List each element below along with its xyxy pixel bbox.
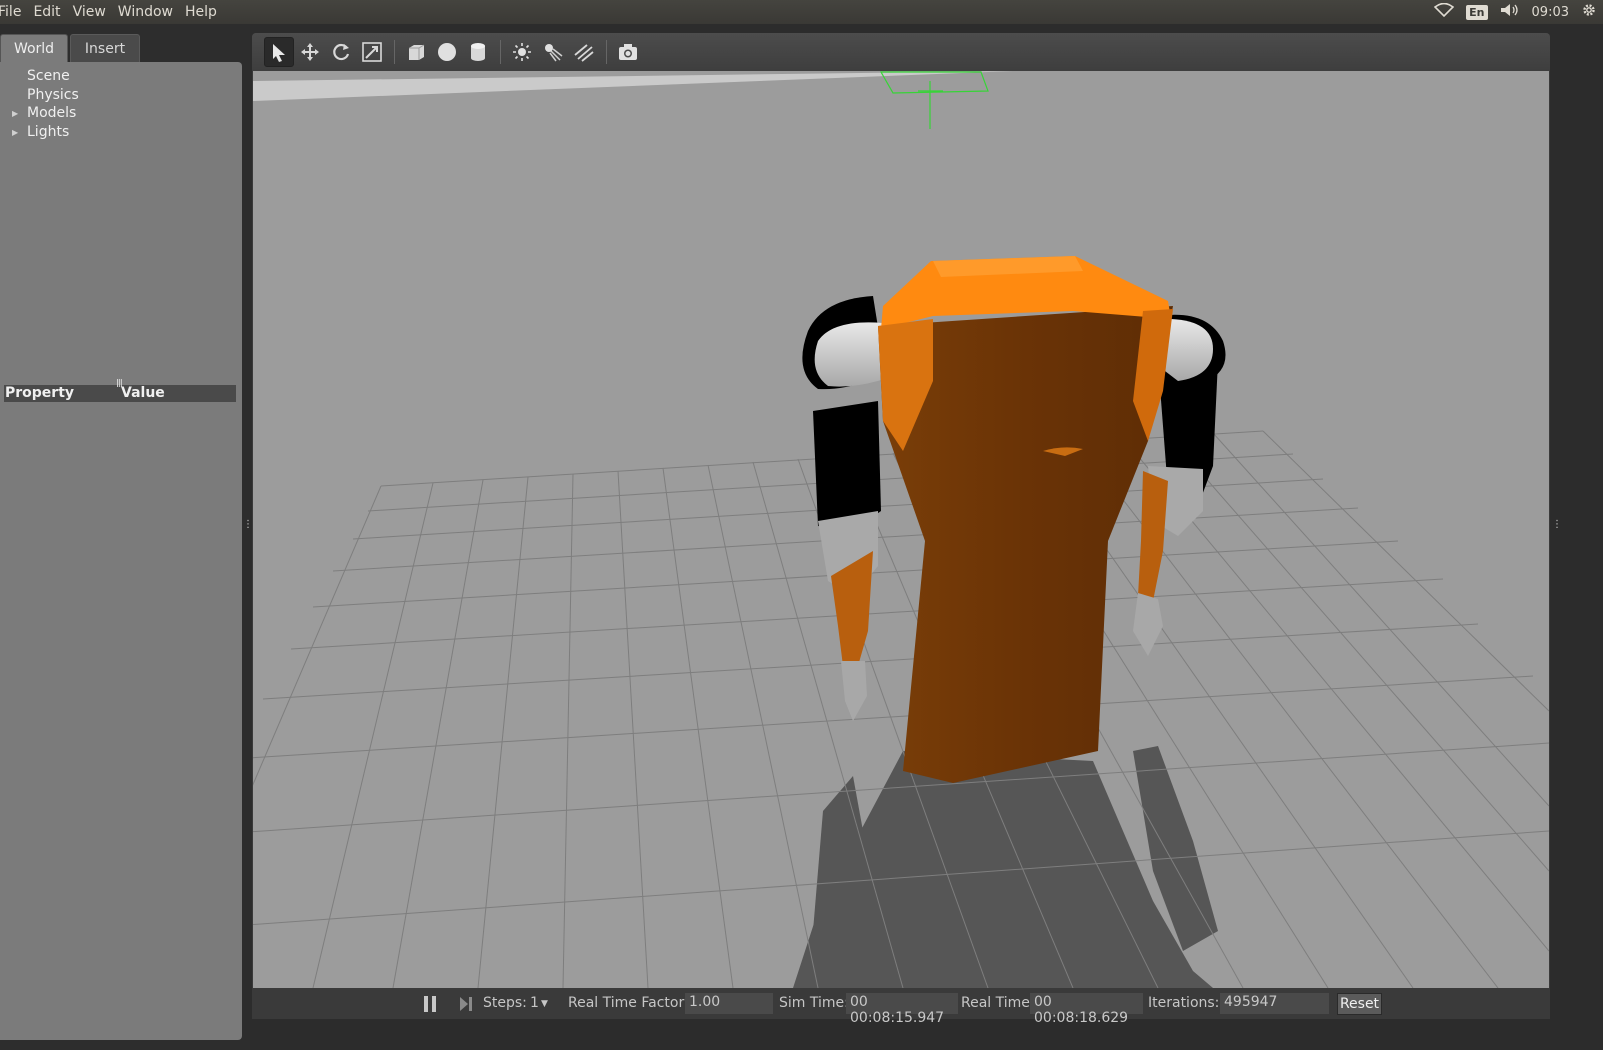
select-arrow-icon[interactable] xyxy=(264,37,294,67)
top-menubar: File Edit View Window Help En 09:03 xyxy=(0,0,1603,24)
value-column-header[interactable]: Value xyxy=(121,385,165,401)
translate-icon[interactable] xyxy=(295,37,325,67)
sim-time-field: 00 00:08:15.947 xyxy=(846,993,958,1026)
tree-item-lights[interactable]: Lights xyxy=(27,124,69,140)
main-view: Steps: 1 ▼ Real Time Factor: 1.00 Sim Ti… xyxy=(252,33,1550,1026)
toolbar-separator xyxy=(500,40,501,64)
steps-value[interactable]: 1 xyxy=(530,995,539,1011)
app-menu: File Edit View Window Help xyxy=(0,0,223,24)
box-shape-icon[interactable] xyxy=(401,37,431,67)
menu-file[interactable]: File xyxy=(0,4,27,20)
scale-icon[interactable] xyxy=(357,37,387,67)
simulation-statusbar: Steps: 1 ▼ Real Time Factor: 1.00 Sim Ti… xyxy=(252,989,1550,1026)
step-forward-icon[interactable] xyxy=(458,996,474,1012)
toolbar-separator xyxy=(394,40,395,64)
clock[interactable]: 09:03 xyxy=(1532,5,1569,20)
spot-light-icon[interactable] xyxy=(538,37,568,67)
menu-edit[interactable]: Edit xyxy=(27,4,66,20)
real-time-label: Real Time: xyxy=(961,995,1035,1011)
expand-arrow-icon[interactable]: ▶ xyxy=(12,128,18,137)
tab-world[interactable]: World xyxy=(0,34,68,62)
keyboard-layout-indicator[interactable]: En xyxy=(1466,4,1488,20)
sphere-shape-icon[interactable] xyxy=(432,37,462,67)
real-time-factor-label: Real Time Factor: xyxy=(568,995,689,1011)
world-tree-panel: Scene Physics ▶ Models ▶ Lights ||| Prop… xyxy=(0,62,242,1040)
real-time-factor-field: 1.00 xyxy=(685,993,773,1014)
toolbar xyxy=(252,33,1550,71)
reset-button[interactable]: Reset xyxy=(1337,993,1382,1015)
property-column-header[interactable]: Property xyxy=(5,385,74,401)
steps-label: Steps: xyxy=(483,995,527,1011)
gear-icon[interactable] xyxy=(1581,2,1597,22)
iterations-field: 495947 xyxy=(1220,993,1329,1014)
wifi-icon[interactable] xyxy=(1433,2,1455,21)
menu-view[interactable]: View xyxy=(67,4,112,20)
system-tray: En 09:03 xyxy=(1433,0,1597,24)
chevron-down-icon[interactable]: ▼ xyxy=(541,999,548,1009)
expand-arrow-icon[interactable]: ▶ xyxy=(12,109,18,118)
tab-insert[interactable]: Insert xyxy=(70,34,140,62)
real-time-field: 00 00:08:18.629 xyxy=(1030,993,1143,1026)
pause-icon[interactable] xyxy=(424,996,438,1012)
cylinder-shape-icon[interactable] xyxy=(463,37,493,67)
left-panel: World Insert Scene Physics ▶ Models ▶ Li… xyxy=(0,24,253,1050)
volume-icon[interactable] xyxy=(1500,3,1520,21)
iterations-label: Iterations: xyxy=(1148,995,1220,1011)
right-splitter-handle-icon[interactable]: ⋮ xyxy=(1552,519,1562,530)
point-light-icon[interactable] xyxy=(507,37,537,67)
tree-item-physics[interactable]: Physics xyxy=(27,87,79,103)
tree-item-models[interactable]: Models xyxy=(27,105,76,121)
property-table-header: ||| Property Value xyxy=(4,378,236,402)
toolbar-separator xyxy=(606,40,607,64)
menu-window[interactable]: Window xyxy=(112,4,179,20)
screenshot-icon[interactable] xyxy=(613,37,643,67)
rotate-icon[interactable] xyxy=(326,37,356,67)
tree-item-scene[interactable]: Scene xyxy=(27,68,70,84)
menu-help[interactable]: Help xyxy=(179,4,223,20)
directional-light-icon[interactable] xyxy=(569,37,599,67)
sim-time-label: Sim Time: xyxy=(779,995,849,1011)
3d-scene-viewport[interactable] xyxy=(253,71,1549,988)
